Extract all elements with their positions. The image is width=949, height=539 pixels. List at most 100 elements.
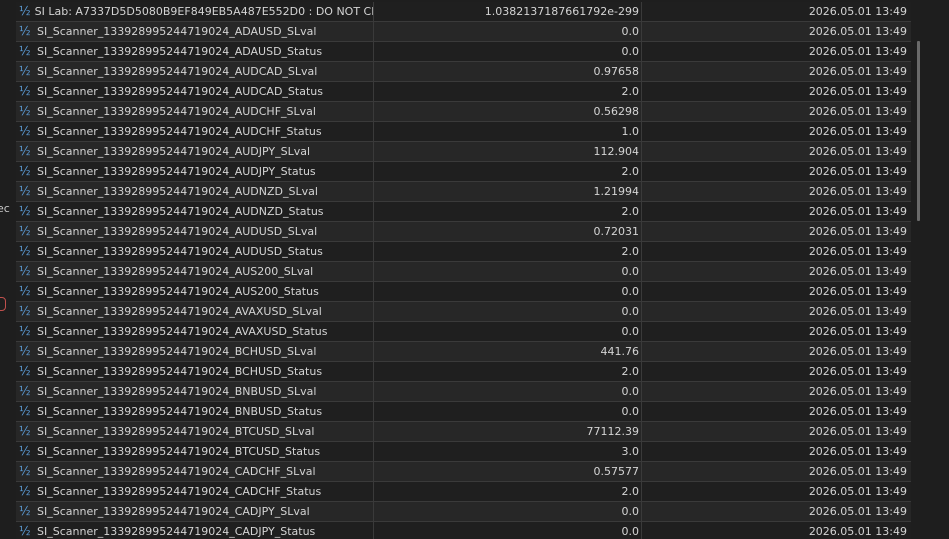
variable-value[interactable]: 0.0: [374, 22, 642, 41]
table-row[interactable]: ½ SI_Scanner_133928995244719024_AVAXUSD_S…: [16, 302, 911, 322]
variable-value[interactable]: 2.0: [374, 242, 642, 261]
table-row[interactable]: ½ SI_Scanner_133928995244719024_BTCUSD_St…: [16, 442, 911, 462]
variable-name-cell[interactable]: ½ SI_Scanner_133928995244719024_CADCHF_St…: [16, 482, 374, 501]
variable-value[interactable]: 441.76: [374, 342, 642, 361]
variable-name-cell[interactable]: ½ SI_Scanner_133928995244719024_BCHUSD_SL…: [16, 342, 374, 361]
variable-value[interactable]: 0.97658: [374, 62, 642, 81]
half-fraction-icon: ½: [19, 324, 31, 338]
variable-name-cell[interactable]: ½ SI_Scanner_133928995244719024_AUDJPY_SL…: [16, 142, 374, 161]
half-fraction-icon: ½: [19, 364, 31, 378]
variable-value[interactable]: 2.0: [374, 162, 642, 181]
table-row[interactable]: ½ SI_Scanner_133928995244719024_AUDJPY_SL…: [16, 142, 911, 162]
variable-value[interactable]: 2.0: [374, 82, 642, 101]
variable-name-cell[interactable]: ½ SI_Scanner_133928995244719024_AUDCAD_SL…: [16, 62, 374, 81]
variable-value[interactable]: 3.0: [374, 442, 642, 461]
half-fraction-icon: ½: [19, 124, 31, 138]
table-row[interactable]: ½ SI_Scanner_133928995244719024_AVAXUSD_S…: [16, 322, 911, 342]
variable-time: 2026.05.01 13:49: [808, 505, 907, 518]
table-row[interactable]: ½ SI_Scanner_133928995244719024_BNBUSD_St…: [16, 402, 911, 422]
table-row[interactable]: ½ SI_Scanner_133928995244719024_BTCUSD_SL…: [16, 422, 911, 442]
table-row[interactable]: ½ SI_Scanner_133928995244719024_AUDCAD_St…: [16, 82, 911, 102]
variable-time: 2026.05.01 13:49: [808, 405, 907, 418]
variable-name-cell[interactable]: ½ SI_Scanner_133928995244719024_CADJPY_SL…: [16, 502, 374, 521]
variable-name-cell[interactable]: ½ SI_Scanner_133928995244719024_BCHUSD_St…: [16, 362, 374, 381]
variable-name: SI_Scanner_133928995244719024_ADAUSD_Sta…: [37, 45, 323, 58]
variable-value[interactable]: 112.904: [374, 142, 642, 161]
table-row[interactable]: ½ SI_Scanner_133928995244719024_AUDCHF_St…: [16, 122, 911, 142]
variable-name-cell[interactable]: ½ SI Lab: A7337D5D5080B9EF849EB5A487E552D…: [16, 2, 374, 21]
variable-value[interactable]: 1.0382137187661792e-299: [374, 2, 642, 21]
variable-name-cell[interactable]: ½ SI_Scanner_133928995244719024_AUS200_St…: [16, 282, 374, 301]
variable-value[interactable]: 1.0: [374, 122, 642, 141]
table-row[interactable]: ½ SI_Scanner_133928995244719024_AUS200_St…: [16, 282, 911, 302]
table-row[interactable]: ½ SI_Scanner_133928995244719024_CADCHF_SL…: [16, 462, 911, 482]
table-row[interactable]: ½ SI_Scanner_133928995244719024_CADJPY_SL…: [16, 502, 911, 522]
variable-value[interactable]: 2.0: [374, 482, 642, 501]
variable-name-cell[interactable]: ½ SI_Scanner_133928995244719024_AUDCHF_St…: [16, 122, 374, 141]
table-row[interactable]: ½ SI Lab: A7337D5D5080B9EF849EB5A487E552D…: [16, 2, 911, 22]
variable-value[interactable]: 0.72031: [374, 222, 642, 241]
table-row[interactable]: ½ SI_Scanner_133928995244719024_BNBUSD_SL…: [16, 382, 911, 402]
variable-name: SI_Scanner_133928995244719024_AUDNZD_Sta…: [37, 205, 324, 218]
table-row[interactable]: ½ SI_Scanner_133928995244719024_AUDUSD_St…: [16, 242, 911, 262]
table-row[interactable]: ½ SI_Scanner_133928995244719024_BCHUSD_SL…: [16, 342, 911, 362]
half-fraction-icon: ½: [19, 504, 31, 518]
variable-name-cell[interactable]: ½ SI_Scanner_133928995244719024_AUDJPY_St…: [16, 162, 374, 181]
variable-name-cell[interactable]: ½ SI_Scanner_133928995244719024_BTCUSD_St…: [16, 442, 374, 461]
variable-value[interactable]: 0.0: [374, 282, 642, 301]
half-fraction-icon: ½: [19, 444, 31, 458]
variable-value[interactable]: 0.57577: [374, 462, 642, 481]
variable-value[interactable]: 77112.39: [374, 422, 642, 441]
variable-time: 2026.05.01 13:49: [808, 65, 907, 78]
variable-name-cell[interactable]: ½ SI_Scanner_133928995244719024_AUDUSD_St…: [16, 242, 374, 261]
variable-name-cell[interactable]: ½ SI_Scanner_133928995244719024_AVAXUSD_S…: [16, 302, 374, 321]
variable-time: 2026.05.01 13:49: [808, 365, 907, 378]
table-row[interactable]: ½ SI_Scanner_133928995244719024_CADCHF_St…: [16, 482, 911, 502]
variable-name-cell[interactable]: ½ SI_Scanner_133928995244719024_AUDUSD_SL…: [16, 222, 374, 241]
variable-value[interactable]: 0.0: [374, 42, 642, 61]
variable-value[interactable]: 0.0: [374, 522, 642, 539]
variable-name-cell[interactable]: ½ SI_Scanner_133928995244719024_CADCHF_SL…: [16, 462, 374, 481]
variable-value[interactable]: 2.0: [374, 362, 642, 381]
variable-name-cell[interactable]: ½ SI_Scanner_133928995244719024_AUDNZD_St…: [16, 202, 374, 221]
variable-name: SI_Scanner_133928995244719024_AUDNZD_SLv…: [37, 185, 318, 198]
table-row[interactable]: ½ SI_Scanner_133928995244719024_BCHUSD_St…: [16, 362, 911, 382]
variable-value[interactable]: 0.0: [374, 262, 642, 281]
variable-name-cell[interactable]: ½ SI_Scanner_133928995244719024_BNBUSD_St…: [16, 402, 374, 421]
table-row[interactable]: ½ SI_Scanner_133928995244719024_AUDJPY_St…: [16, 162, 911, 182]
variable-value[interactable]: 0.0: [374, 402, 642, 421]
variable-value[interactable]: 2.0: [374, 202, 642, 221]
variable-time: 2026.05.01 13:49: [808, 205, 907, 218]
variable-name-cell[interactable]: ½ SI_Scanner_133928995244719024_CADJPY_St…: [16, 522, 374, 539]
variable-value[interactable]: 0.0: [374, 322, 642, 341]
variable-name-cell[interactable]: ½ SI_Scanner_133928995244719024_ADAUSD_St…: [16, 42, 374, 61]
variable-name: SI_Scanner_133928995244719024_AUDCAD_SLv…: [37, 65, 318, 78]
table-row[interactable]: ½ SI_Scanner_133928995244719024_AUDNZD_St…: [16, 202, 911, 222]
table-row[interactable]: ½ SI_Scanner_133928995244719024_AUS200_SL…: [16, 262, 911, 282]
variable-name-cell[interactable]: ½ SI_Scanner_133928995244719024_AUS200_SL…: [16, 262, 374, 281]
variable-value[interactable]: 0.0: [374, 502, 642, 521]
variable-name-cell[interactable]: ½ SI_Scanner_133928995244719024_BTCUSD_SL…: [16, 422, 374, 441]
variable-value[interactable]: 1.21994: [374, 182, 642, 201]
variable-name: SI_Scanner_133928995244719024_BCHUSD_Sta…: [37, 365, 323, 378]
variable-name-cell[interactable]: ½ SI_Scanner_133928995244719024_AUDNZD_SL…: [16, 182, 374, 201]
variable-name-cell[interactable]: ½ SI_Scanner_133928995244719024_ADAUSD_SL…: [16, 22, 374, 41]
table-row[interactable]: ½ SI_Scanner_133928995244719024_AUDUSD_SL…: [16, 222, 911, 242]
variable-value[interactable]: 0.56298: [374, 102, 642, 121]
variable-name-cell[interactable]: ½ SI_Scanner_133928995244719024_BNBUSD_SL…: [16, 382, 374, 401]
variable-name-cell[interactable]: ½ SI_Scanner_133928995244719024_AVAXUSD_S…: [16, 322, 374, 341]
table-row[interactable]: ½ SI_Scanner_133928995244719024_AUDCAD_SL…: [16, 62, 911, 82]
table-row[interactable]: ½ SI_Scanner_133928995244719024_AUDNZD_SL…: [16, 182, 911, 202]
variable-name: SI_Scanner_133928995244719024_AUDCHF_SLv…: [37, 105, 316, 118]
variable-name: SI_Scanner_133928995244719024_CADCHF_Sta…: [37, 485, 322, 498]
variable-time: 2026.05.01 13:49: [808, 165, 907, 178]
table-row[interactable]: ½ SI_Scanner_133928995244719024_AUDCHF_SL…: [16, 102, 911, 122]
table-row[interactable]: ½ SI_Scanner_133928995244719024_ADAUSD_St…: [16, 42, 911, 62]
table-row[interactable]: ½ SI_Scanner_133928995244719024_CADJPY_St…: [16, 522, 911, 539]
variable-value[interactable]: 0.0: [374, 302, 642, 321]
variable-name-cell[interactable]: ½ SI_Scanner_133928995244719024_AUDCHF_SL…: [16, 102, 374, 121]
table-row[interactable]: ½ SI_Scanner_133928995244719024_ADAUSD_SL…: [16, 22, 911, 42]
variable-name-cell[interactable]: ½ SI_Scanner_133928995244719024_AUDCAD_St…: [16, 82, 374, 101]
variable-value[interactable]: 0.0: [374, 382, 642, 401]
vertical-scrollbar[interactable]: [917, 41, 920, 221]
